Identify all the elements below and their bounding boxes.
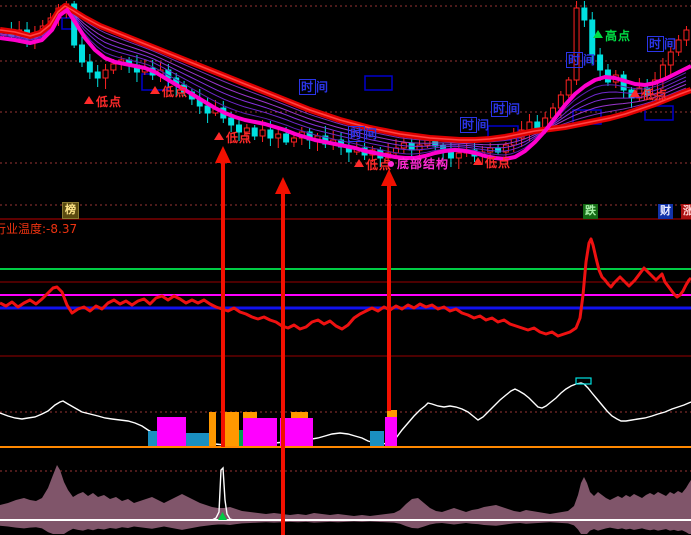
low-point-marker bbox=[214, 132, 224, 140]
stock-analysis-screen: 低点 低点 低点 低点 低点 低点 高点时间时间时间时间时间时间底部结构 行业温度:-8.3… bbox=[0, 0, 691, 535]
high-point-marker bbox=[593, 30, 603, 38]
bottom-structure-label: 底部结构 bbox=[397, 157, 450, 171]
time-window-label: 时间 bbox=[348, 126, 379, 142]
high-point-label: 高点 bbox=[605, 29, 632, 43]
time-window-label: 时间 bbox=[460, 117, 491, 133]
industry-temperature-label: 行业温度:-8.37 bbox=[0, 220, 77, 237]
low-point-marker bbox=[354, 159, 364, 167]
bang-badge[interactable]: 榜 bbox=[62, 202, 79, 219]
bottom-structure-dot bbox=[388, 161, 394, 167]
cai-finance-badge[interactable]: 财 bbox=[658, 204, 673, 219]
industry-temperature-value: -8.37 bbox=[46, 222, 78, 236]
time-window-label: 时间 bbox=[491, 101, 522, 117]
low-point-marker bbox=[473, 157, 483, 165]
low-point-label: 低点 bbox=[96, 95, 123, 109]
die-fall-badge[interactable]: 跌 bbox=[583, 204, 598, 219]
low-point-label: 低点 bbox=[162, 85, 189, 99]
time-window-label: 时间 bbox=[299, 79, 330, 95]
zhang-rise-badge[interactable]: 涨 bbox=[681, 204, 691, 219]
low-point-label: 低点 bbox=[485, 156, 512, 170]
low-point-label: 低点 bbox=[226, 131, 253, 145]
low-point-label: 低点 bbox=[642, 88, 669, 102]
time-window-label: 时间 bbox=[566, 52, 597, 68]
industry-temperature-text: 行业温度: bbox=[0, 222, 47, 236]
low-point-marker bbox=[150, 86, 160, 94]
time-window-label: 时间 bbox=[647, 36, 678, 52]
low-point-marker bbox=[84, 96, 94, 104]
low-point-marker bbox=[630, 89, 640, 97]
chart-canvas[interactable] bbox=[0, 0, 691, 535]
